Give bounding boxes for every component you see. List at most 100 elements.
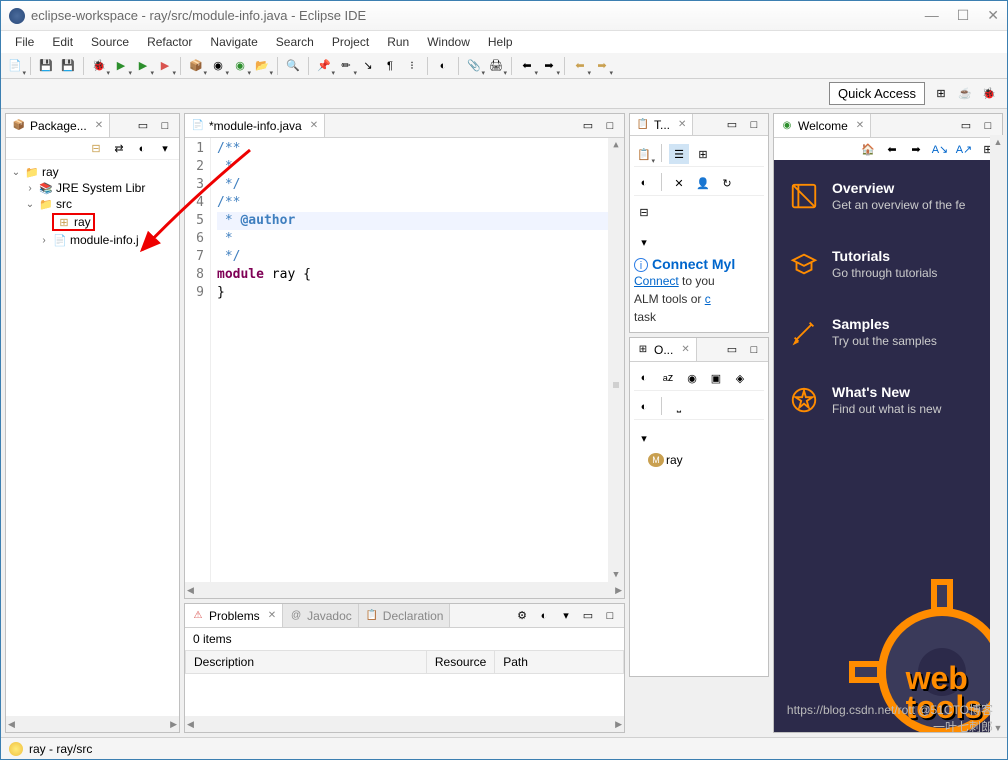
- reduce-icon[interactable]: A↘: [930, 139, 950, 159]
- home-icon[interactable]: 🏠: [858, 139, 878, 159]
- close-icon[interactable]: ✕: [95, 120, 103, 131]
- expand-icon[interactable]: ›: [24, 183, 36, 194]
- view-menu-icon[interactable]: ▾: [634, 232, 654, 252]
- quick-access-button[interactable]: Quick Access: [829, 82, 925, 105]
- close-icon[interactable]: ✕: [678, 119, 686, 130]
- maximize-view-icon[interactable]: □: [155, 116, 175, 136]
- menu-help[interactable]: Help: [480, 33, 521, 51]
- scroll-down-icon[interactable]: ▼: [994, 723, 1003, 733]
- hide-nonpublic-icon[interactable]: ◈: [730, 368, 750, 388]
- close-button[interactable]: ✕: [987, 7, 999, 24]
- menu-window[interactable]: Window: [419, 33, 478, 51]
- tree-jre[interactable]: › 📚 JRE System Libr: [10, 180, 175, 196]
- problems-tab[interactable]: ⚠ Problems ✕: [185, 604, 283, 627]
- filter-icon[interactable]: ⚙: [512, 606, 532, 626]
- pin-button[interactable]: 📎: [464, 56, 484, 76]
- hide-static-icon[interactable]: ▣: [706, 368, 726, 388]
- tree-src[interactable]: ⌄ 📁 src: [10, 196, 175, 212]
- welcome-v-scrollbar[interactable]: ▲ ▼: [990, 135, 1006, 735]
- code-area[interactable]: /** * *//** * @author * */module ray {}: [211, 138, 624, 582]
- welcome-tutorials[interactable]: Tutorials Go through tutorials: [788, 248, 988, 280]
- search-button[interactable]: 🔍: [283, 56, 303, 76]
- view-menu-icon[interactable]: ▾: [556, 606, 576, 626]
- debug-perspective-button[interactable]: 🐞: [979, 84, 999, 104]
- minimize-view-icon[interactable]: ▭: [133, 116, 153, 136]
- word-wrap-button[interactable]: ¶: [380, 56, 400, 76]
- back-icon[interactable]: ⬅: [882, 139, 902, 159]
- menu-source[interactable]: Source: [83, 33, 137, 51]
- col-path[interactable]: Path: [495, 651, 624, 674]
- welcome-whatsnew[interactable]: What's New Find out what is new: [788, 384, 988, 416]
- welcome-tab[interactable]: ◉ Welcome ✕: [774, 114, 871, 137]
- link-editor-icon[interactable]: ⇄: [109, 139, 129, 159]
- forward-nav-button[interactable]: ➡: [539, 56, 559, 76]
- maximize-view-icon[interactable]: □: [978, 116, 998, 136]
- h-scrollbar[interactable]: ◀▶: [6, 716, 179, 732]
- toggle-mark-button[interactable]: 📌: [314, 56, 334, 76]
- print-button[interactable]: 🖨: [486, 56, 506, 76]
- scroll-up-icon[interactable]: ▲: [613, 140, 618, 150]
- tree-package-ray[interactable]: ⊞ ray: [10, 212, 175, 232]
- new-type-button[interactable]: ◉: [208, 56, 228, 76]
- tree-project[interactable]: ⌄ 📁 ray: [10, 164, 175, 180]
- maximize-view-icon[interactable]: □: [600, 606, 620, 626]
- minimize-button[interactable]: —: [925, 7, 939, 24]
- run-last-button[interactable]: ▶: [155, 56, 175, 76]
- categorize-icon[interactable]: ☰: [669, 144, 689, 164]
- h-scrollbar[interactable]: ◀▶: [185, 582, 624, 598]
- hide-fields-icon[interactable]: ◉: [682, 368, 702, 388]
- new-package-button[interactable]: 📦: [186, 56, 206, 76]
- focus-task-icon[interactable]: ◐: [132, 139, 152, 159]
- view-menu-icon[interactable]: ▾: [634, 428, 654, 448]
- menu-run[interactable]: Run: [379, 33, 417, 51]
- col-description[interactable]: Description: [186, 651, 427, 674]
- editor-tab[interactable]: 📄 *module-info.java ✕: [185, 114, 325, 137]
- collapse-all-icon[interactable]: ⊟: [86, 139, 106, 159]
- welcome-samples[interactable]: Samples Try out the samples: [788, 316, 988, 348]
- package-explorer-tab[interactable]: 📦 Package... ✕: [6, 114, 110, 137]
- declaration-tab[interactable]: 📋 Declaration: [359, 604, 451, 627]
- close-icon[interactable]: ✕: [681, 344, 689, 355]
- menu-search[interactable]: Search: [268, 33, 322, 51]
- next-edit-button[interactable]: ➡: [592, 56, 612, 76]
- focus-icon[interactable]: ◐: [634, 397, 654, 417]
- maximize-view-icon[interactable]: □: [600, 116, 620, 136]
- v-scrollbar[interactable]: ▲ ▼: [608, 138, 624, 582]
- expand-icon[interactable]: ⌄: [10, 167, 22, 178]
- save-button[interactable]: 💾: [36, 56, 56, 76]
- view-menu-icon[interactable]: ▾: [155, 139, 175, 159]
- problems-table[interactable]: Description Resource Path: [185, 650, 624, 716]
- hide-icon[interactable]: ✕: [669, 173, 689, 193]
- schedule-icon[interactable]: 👤: [693, 173, 713, 193]
- focus-icon[interactable]: ◐: [634, 173, 654, 193]
- maximize-view-icon[interactable]: □: [744, 115, 764, 135]
- az-icon[interactable]: az: [658, 368, 678, 388]
- menu-refactor[interactable]: Refactor: [139, 33, 200, 51]
- outline-tab[interactable]: ⊞ O... ✕: [630, 338, 697, 361]
- open-perspective-button[interactable]: ⊞: [931, 84, 951, 104]
- editor-body[interactable]: 123456789 /** * *//** * @author * */modu…: [185, 138, 624, 582]
- show-whitespace-button[interactable]: ⁝: [402, 56, 422, 76]
- maximize-button[interactable]: ☐: [957, 7, 970, 24]
- close-icon[interactable]: ✕: [856, 120, 864, 131]
- scroll-down-icon[interactable]: ▼: [613, 570, 618, 580]
- minimize-view-icon[interactable]: ▭: [578, 116, 598, 136]
- mylyn-button[interactable]: ◐: [433, 56, 453, 76]
- new-task-icon[interactable]: 📋: [634, 144, 654, 164]
- link-icon[interactable]: ⎵: [669, 397, 689, 417]
- open-type-button[interactable]: 📂: [252, 56, 272, 76]
- scroll-up-icon[interactable]: ▲: [994, 137, 1003, 147]
- new-button[interactable]: 📄: [5, 56, 25, 76]
- new-class-button[interactable]: ◉: [230, 56, 250, 76]
- synchronize-icon[interactable]: ↻: [717, 173, 737, 193]
- focus-icon[interactable]: ◐: [534, 606, 554, 626]
- col-resource[interactable]: Resource: [426, 651, 494, 674]
- run-button[interactable]: ▶: [111, 56, 131, 76]
- expand-icon[interactable]: ⌄: [24, 199, 36, 210]
- maximize-view-icon[interactable]: □: [744, 340, 764, 360]
- back-nav-button[interactable]: ⬅: [517, 56, 537, 76]
- minimize-view-icon[interactable]: ▭: [578, 606, 598, 626]
- javadoc-tab[interactable]: @ Javadoc: [283, 604, 359, 627]
- debug-button[interactable]: 🐞: [89, 56, 109, 76]
- expand-icon[interactable]: ›: [38, 235, 50, 246]
